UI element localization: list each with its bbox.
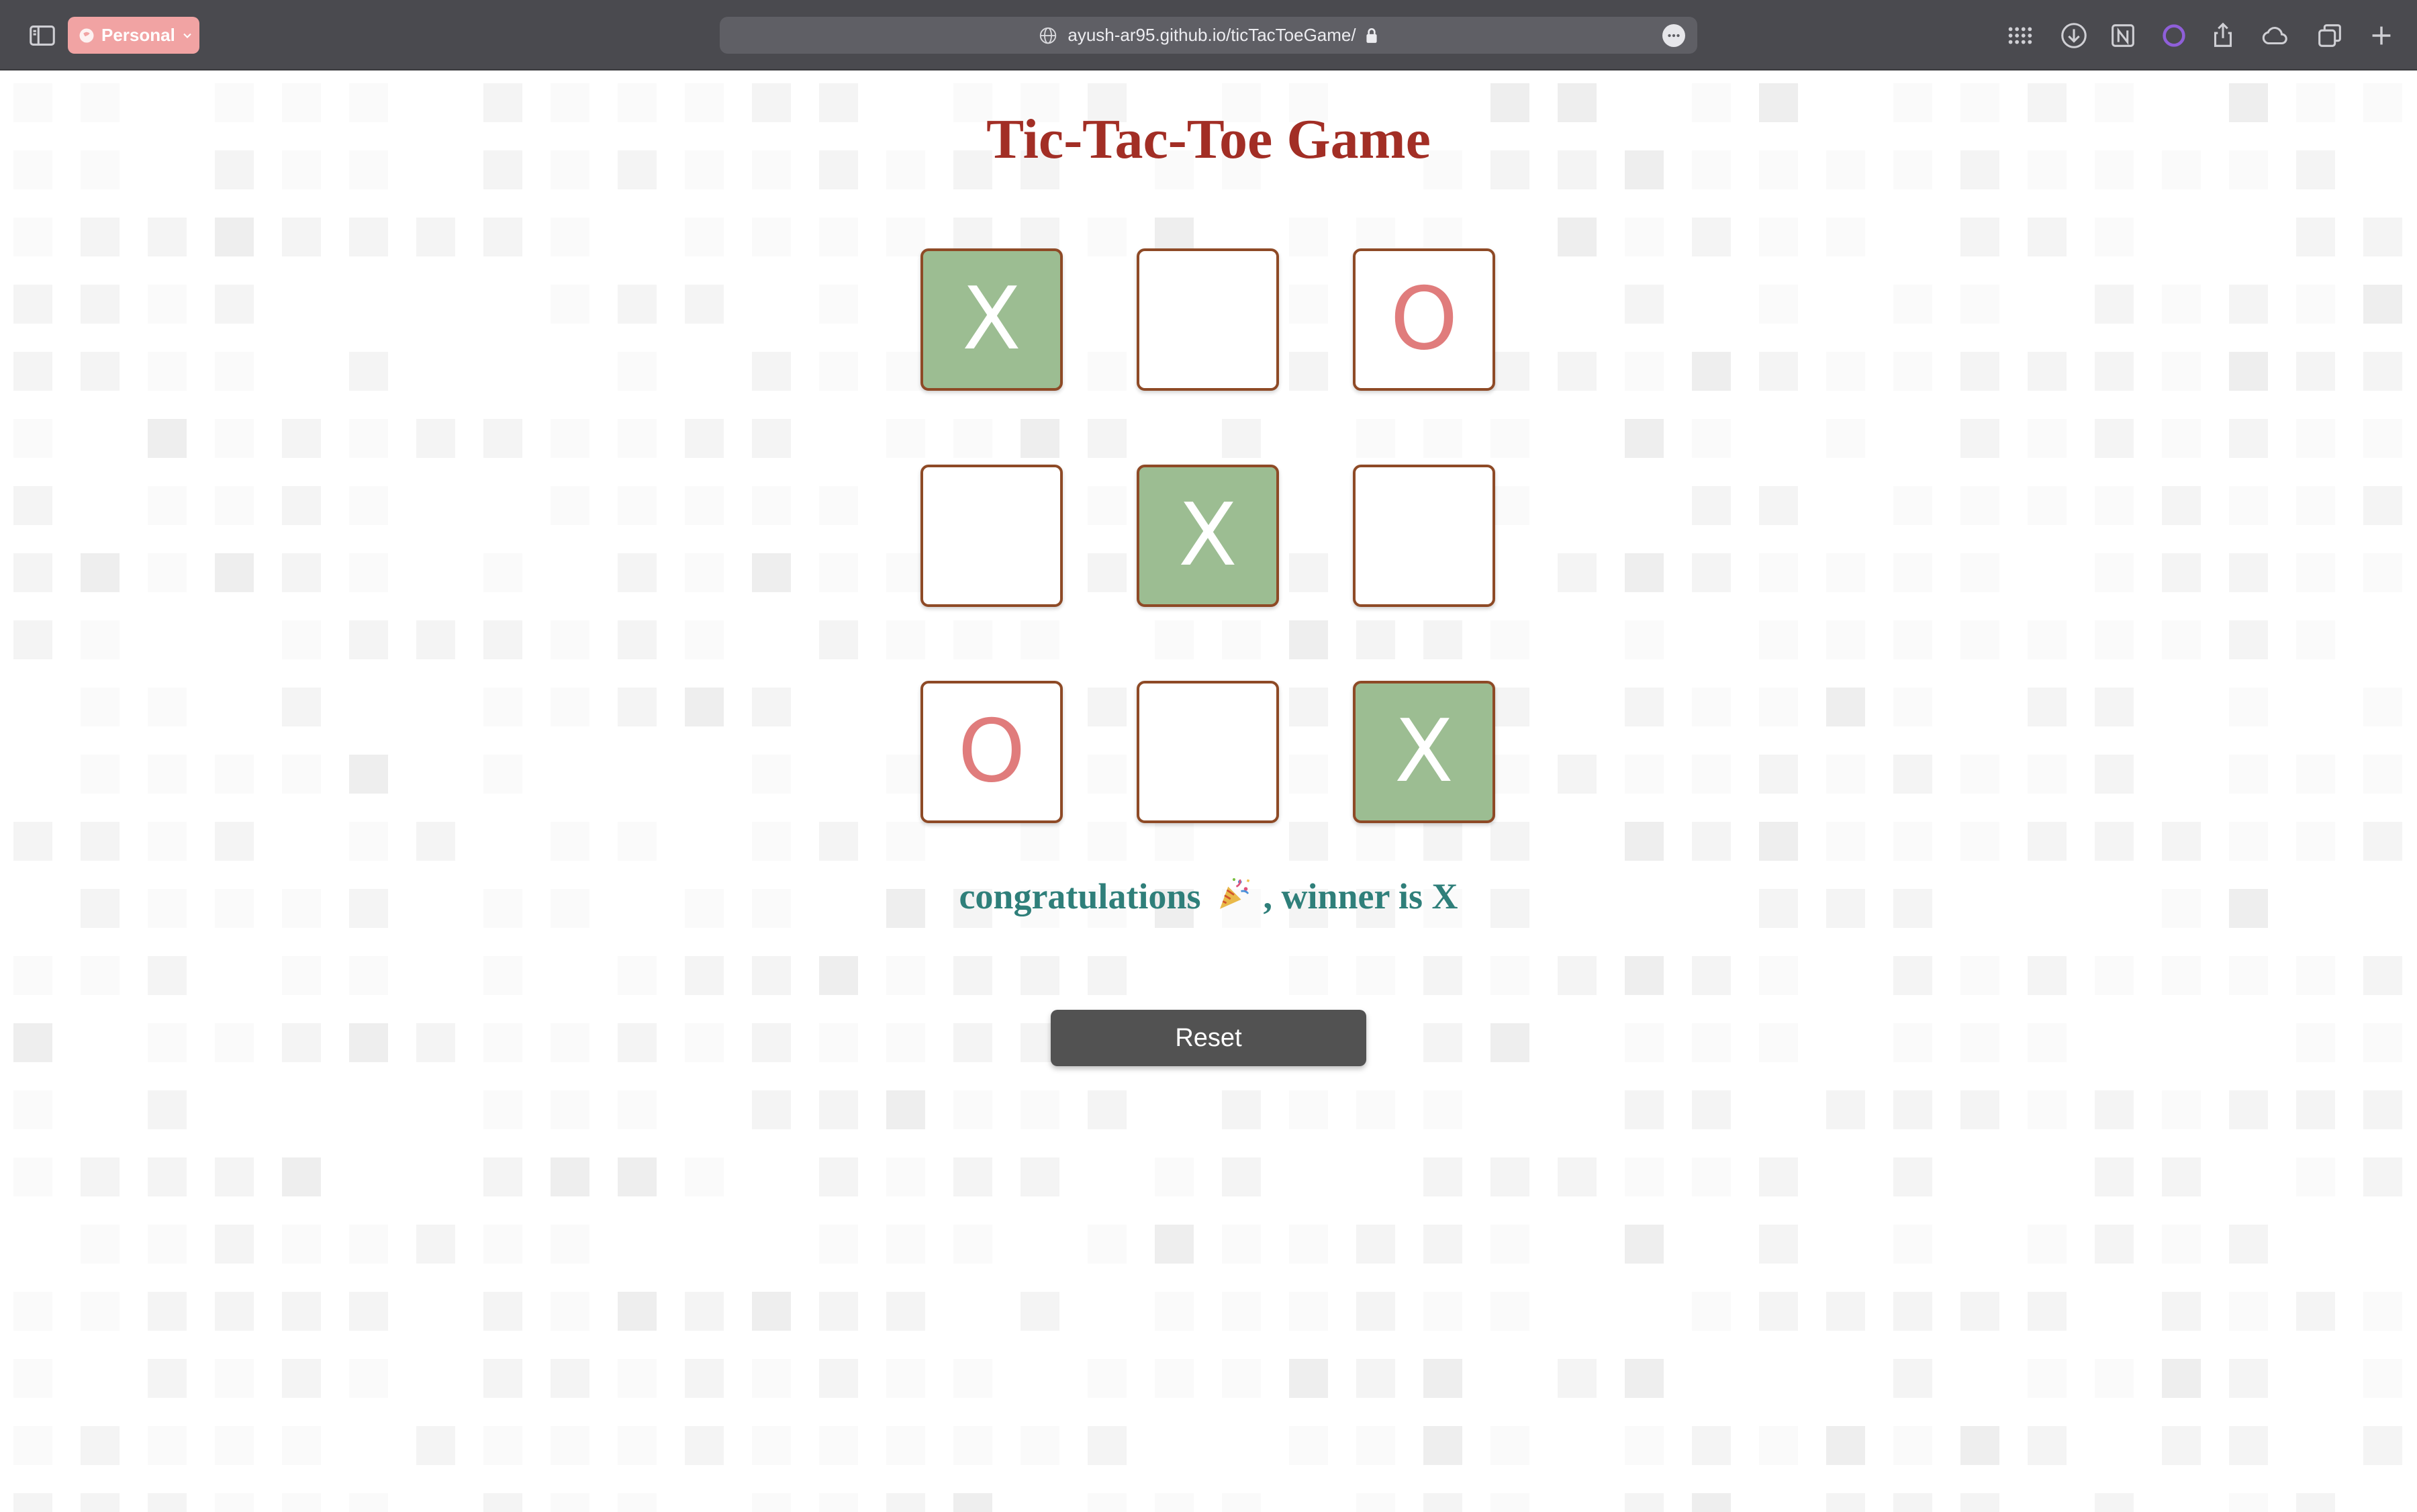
page-options-icon[interactable]	[1662, 24, 1685, 47]
board-cell[interactable]: O	[1353, 248, 1495, 391]
board-cell[interactable]	[1137, 248, 1279, 391]
page-title: Tic-Tac-Toe Game	[986, 108, 1431, 171]
board-cell[interactable]	[920, 465, 1063, 607]
circle-extension-icon[interactable]	[2159, 20, 2189, 51]
icloud-tabs-icon[interactable]	[2259, 20, 2290, 51]
downloads-icon[interactable]	[2058, 20, 2089, 51]
sidebar-toggle-icon[interactable]	[27, 20, 58, 51]
board-cell[interactable]: X	[1137, 465, 1279, 607]
status-message: congratulations , winner is X	[0, 875, 2417, 917]
extensions-grid-icon[interactable]	[2004, 20, 2035, 51]
profile-icon	[79, 28, 94, 42]
board-cell[interactable]	[1353, 465, 1495, 607]
board-cell[interactable]	[1137, 681, 1279, 823]
address-bar[interactable]: ayush-ar95.github.io/ticTacToeGame/	[720, 17, 1697, 54]
party-popper-icon	[1219, 878, 1250, 909]
new-tab-icon[interactable]	[2366, 20, 2397, 51]
profile-switcher-button[interactable]: Personal	[68, 17, 199, 54]
share-icon[interactable]	[2208, 20, 2238, 51]
board-cell[interactable]: X	[1353, 681, 1495, 823]
globe-icon	[1040, 27, 1057, 44]
board-cell[interactable]: O	[920, 681, 1063, 823]
reset-button[interactable]: Reset	[1051, 1010, 1366, 1066]
web-page: Tic-Tac-Toe Game XOXOX congratulations ,…	[0, 72, 2417, 1512]
browser-toolbar: Personal ayush-ar95.github.io/ticTacToeG…	[0, 0, 2417, 70]
lock-icon	[1366, 28, 1377, 43]
status-prefix: congratulations	[959, 876, 1201, 916]
tab-overview-icon[interactable]	[2314, 20, 2345, 51]
profile-label: Personal	[101, 25, 175, 45]
chevron-down-icon	[183, 33, 191, 38]
board-cell[interactable]: X	[920, 248, 1063, 391]
game-board: XOXOX	[920, 248, 1498, 826]
url-text: ayush-ar95.github.io/ticTacToeGame/	[1068, 25, 1356, 45]
notion-extension-icon[interactable]	[2107, 20, 2138, 51]
status-suffix: , winner is X	[1263, 876, 1458, 916]
